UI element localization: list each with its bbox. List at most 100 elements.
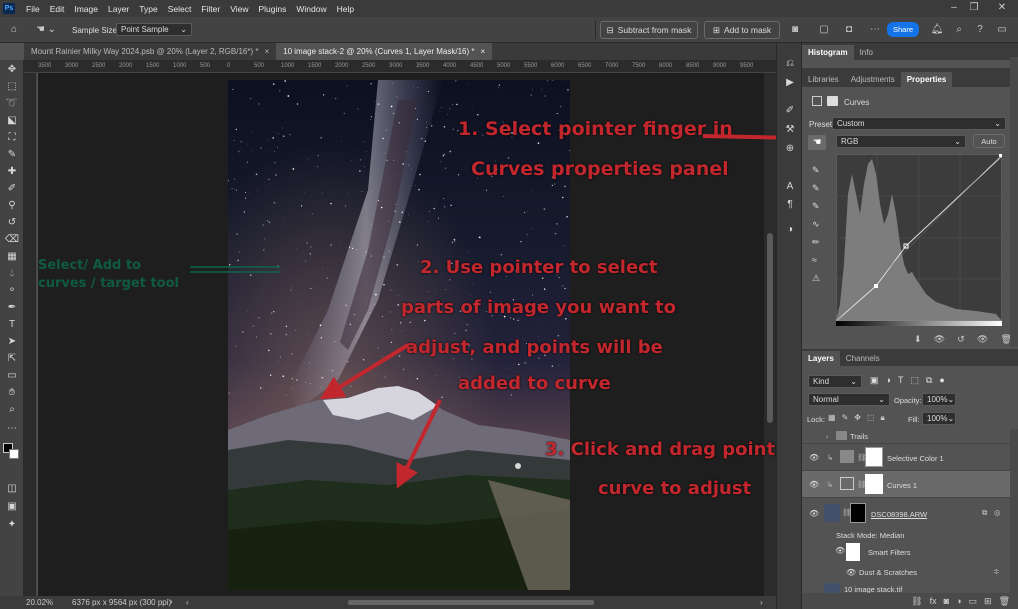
hand-tool-icon[interactable]: ✋︎: [3, 386, 21, 400]
eyedropper-white-icon[interactable]: ✎: [812, 197, 822, 215]
scroll-thumb[interactable]: [767, 233, 773, 423]
menu-edit[interactable]: Edit: [45, 4, 70, 14]
visibility-eye-icon[interactable]: 👁︎: [809, 453, 819, 462]
chevron-right-icon[interactable]: ›: [170, 597, 173, 606]
tab-layers[interactable]: Layers: [802, 351, 840, 366]
menu-type[interactable]: Type: [134, 4, 162, 14]
filter-kind-dropdown[interactable]: Kind ⌄: [808, 375, 862, 388]
close-icon[interactable]: ×: [480, 47, 485, 56]
smooth-icon[interactable]: ≈: [812, 251, 822, 269]
document-image[interactable]: [228, 80, 570, 590]
trash-icon[interactable]: 🗑︎: [999, 593, 1010, 609]
clone-stamp-icon[interactable]: ⚲: [3, 199, 21, 213]
reset-icon[interactable]: ↺: [957, 334, 965, 348]
tab-histogram[interactable]: Histogram: [802, 45, 854, 60]
healing-brush-icon[interactable]: ✚: [3, 165, 21, 179]
menu-select[interactable]: Select: [163, 4, 197, 14]
object-select-tool-icon[interactable]: ⬕: [3, 114, 21, 128]
layer-mask-thumb[interactable]: [850, 503, 866, 523]
paragraph-panel-icon[interactable]: ¶: [782, 198, 798, 212]
eyedropper-black-icon[interactable]: ✎: [812, 161, 822, 179]
tab-info[interactable]: Info: [854, 45, 879, 60]
eyedropper-tool-icon[interactable]: ✎: [3, 148, 21, 162]
new-layer-icon[interactable]: ⊞: [984, 593, 992, 609]
menu-plugins[interactable]: Plugins: [253, 4, 291, 14]
visibility-eye-icon[interactable]: 👁︎: [846, 568, 856, 577]
actions-play-icon[interactable]: ▶: [782, 76, 798, 90]
pen-tool-icon[interactable]: ✒: [3, 301, 21, 315]
adjustment-filter-icon[interactable]: ◑: [886, 375, 891, 388]
maximize-icon[interactable]: ❐: [966, 2, 982, 14]
mask-thumb[interactable]: [865, 474, 883, 494]
layer-row-10-image-stack[interactable]: 10 image stack.tif: [802, 581, 1018, 593]
gradient-tool-icon[interactable]: ▦: [3, 250, 21, 264]
fx-icon[interactable]: fx: [930, 593, 937, 609]
menu-help[interactable]: Help: [332, 4, 359, 14]
channel-dropdown[interactable]: RGB ⌄: [836, 135, 966, 148]
layer-row-selective-color[interactable]: 👁︎ ↳ ⛓ Selective Color 1: [802, 444, 1018, 471]
tab-image-stack[interactable]: 10 image stack-2 @ 20% (Curves 1, Layer …: [276, 43, 493, 60]
home-icon[interactable]: ⌂: [7, 23, 21, 37]
bell-icon[interactable]: 🔔︎: [930, 23, 944, 37]
curves-graph[interactable]: [836, 154, 1002, 321]
view-previous-icon[interactable]: 👁︎: [934, 334, 945, 348]
share-button[interactable]: Share: [887, 22, 919, 37]
new-adjustment-icon[interactable]: ◑: [956, 593, 961, 609]
more-tools-icon[interactable]: ⋯: [3, 422, 21, 436]
curve-point[interactable]: [999, 154, 1002, 157]
path-select-icon[interactable]: ➤: [3, 335, 21, 349]
brush-tool-icon[interactable]: ✐: [3, 182, 21, 196]
pixel-filter-icon[interactable]: ▣: [870, 375, 879, 388]
fill-field[interactable]: 100% ⌄: [922, 412, 956, 425]
layer-row-curves[interactable]: 👁︎ ↳ ⛓ Curves 1: [802, 471, 1018, 498]
mask-icon[interactable]: [827, 96, 838, 106]
mask-thumb[interactable]: [865, 447, 883, 467]
crop-tool-icon[interactable]: ⛶: [3, 131, 21, 145]
eyedropper-gray-icon[interactable]: ✎: [812, 179, 822, 197]
visibility-eye-icon[interactable]: 👁︎: [835, 546, 845, 555]
vertical-scrollbar[interactable]: [764, 73, 776, 596]
clone-source-icon[interactable]: ⊕: [782, 142, 798, 156]
quick-mask-icon[interactable]: ◫: [3, 482, 21, 496]
tab-adjustments[interactable]: Adjustments: [845, 72, 901, 87]
layer-row-dsc08398[interactable]: 👁︎ ⛓ DSC08398.ARW ⧉ ◎: [802, 498, 1018, 528]
chevron-right-icon[interactable]: ›: [826, 432, 829, 441]
generative-icon[interactable]: ✦: [3, 518, 21, 532]
smart-filter-mask-thumb[interactable]: [846, 543, 860, 561]
lock-pixels-icon[interactable]: ✎: [842, 413, 849, 425]
tab-libraries[interactable]: Libraries: [802, 72, 845, 87]
pencil-tool-icon[interactable]: ✏: [812, 233, 822, 251]
shape-filter-icon[interactable]: ⬚: [910, 375, 919, 388]
zoom-level[interactable]: 20.02%: [26, 598, 53, 607]
layers-scrollbar[interactable]: [1010, 429, 1018, 593]
menu-window[interactable]: Window: [291, 4, 331, 14]
select-sky-icon[interactable]: ▢: [817, 23, 831, 37]
brush-settings-icon[interactable]: ✐: [782, 104, 798, 118]
move-tool-icon[interactable]: ✥: [3, 63, 21, 77]
menu-view[interactable]: View: [225, 4, 253, 14]
scroll-left-icon[interactable]: ‹: [186, 598, 194, 607]
add-to-mask-button[interactable]: ⊞ Add to mask: [704, 21, 780, 39]
zoom-tool-icon[interactable]: ⌕: [3, 403, 21, 417]
eraser-tool-icon[interactable]: ⌫: [3, 233, 21, 247]
menu-layer[interactable]: Layer: [103, 4, 134, 14]
horizontal-scrollbar[interactable]: [348, 600, 594, 605]
properties-scrollbar[interactable]: [1010, 57, 1018, 347]
auto-button[interactable]: Auto: [973, 134, 1005, 148]
rectangle-tool-icon[interactable]: ▭: [3, 369, 21, 383]
smart-object-filter-icon[interactable]: ⧉: [926, 375, 932, 388]
type-filter-icon[interactable]: T: [898, 375, 904, 388]
brushes-icon[interactable]: ⚒: [782, 123, 798, 137]
direct-select-icon[interactable]: ⇱: [3, 352, 21, 366]
object-finder-icon[interactable]: ◘: [842, 23, 856, 37]
close-icon[interactable]: ✕: [994, 2, 1010, 14]
curve-point-tool-icon[interactable]: ∿: [812, 215, 822, 233]
sample-size-dropdown[interactable]: Point Sample ⌄: [116, 23, 192, 36]
tab-mount-rainier[interactable]: Mount Rainier Milky Way 2024.psb @ 20% (…: [24, 43, 276, 60]
workspace-icon[interactable]: ▭: [995, 23, 1009, 37]
dodge-tool-icon[interactable]: ⚬: [3, 284, 21, 298]
lasso-tool-icon[interactable]: ➰: [3, 97, 21, 111]
select-subject-icon[interactable]: ◙: [788, 23, 802, 37]
history-panel-icon[interactable]: ⎌: [782, 57, 798, 71]
character-panel-icon[interactable]: A: [782, 180, 798, 194]
